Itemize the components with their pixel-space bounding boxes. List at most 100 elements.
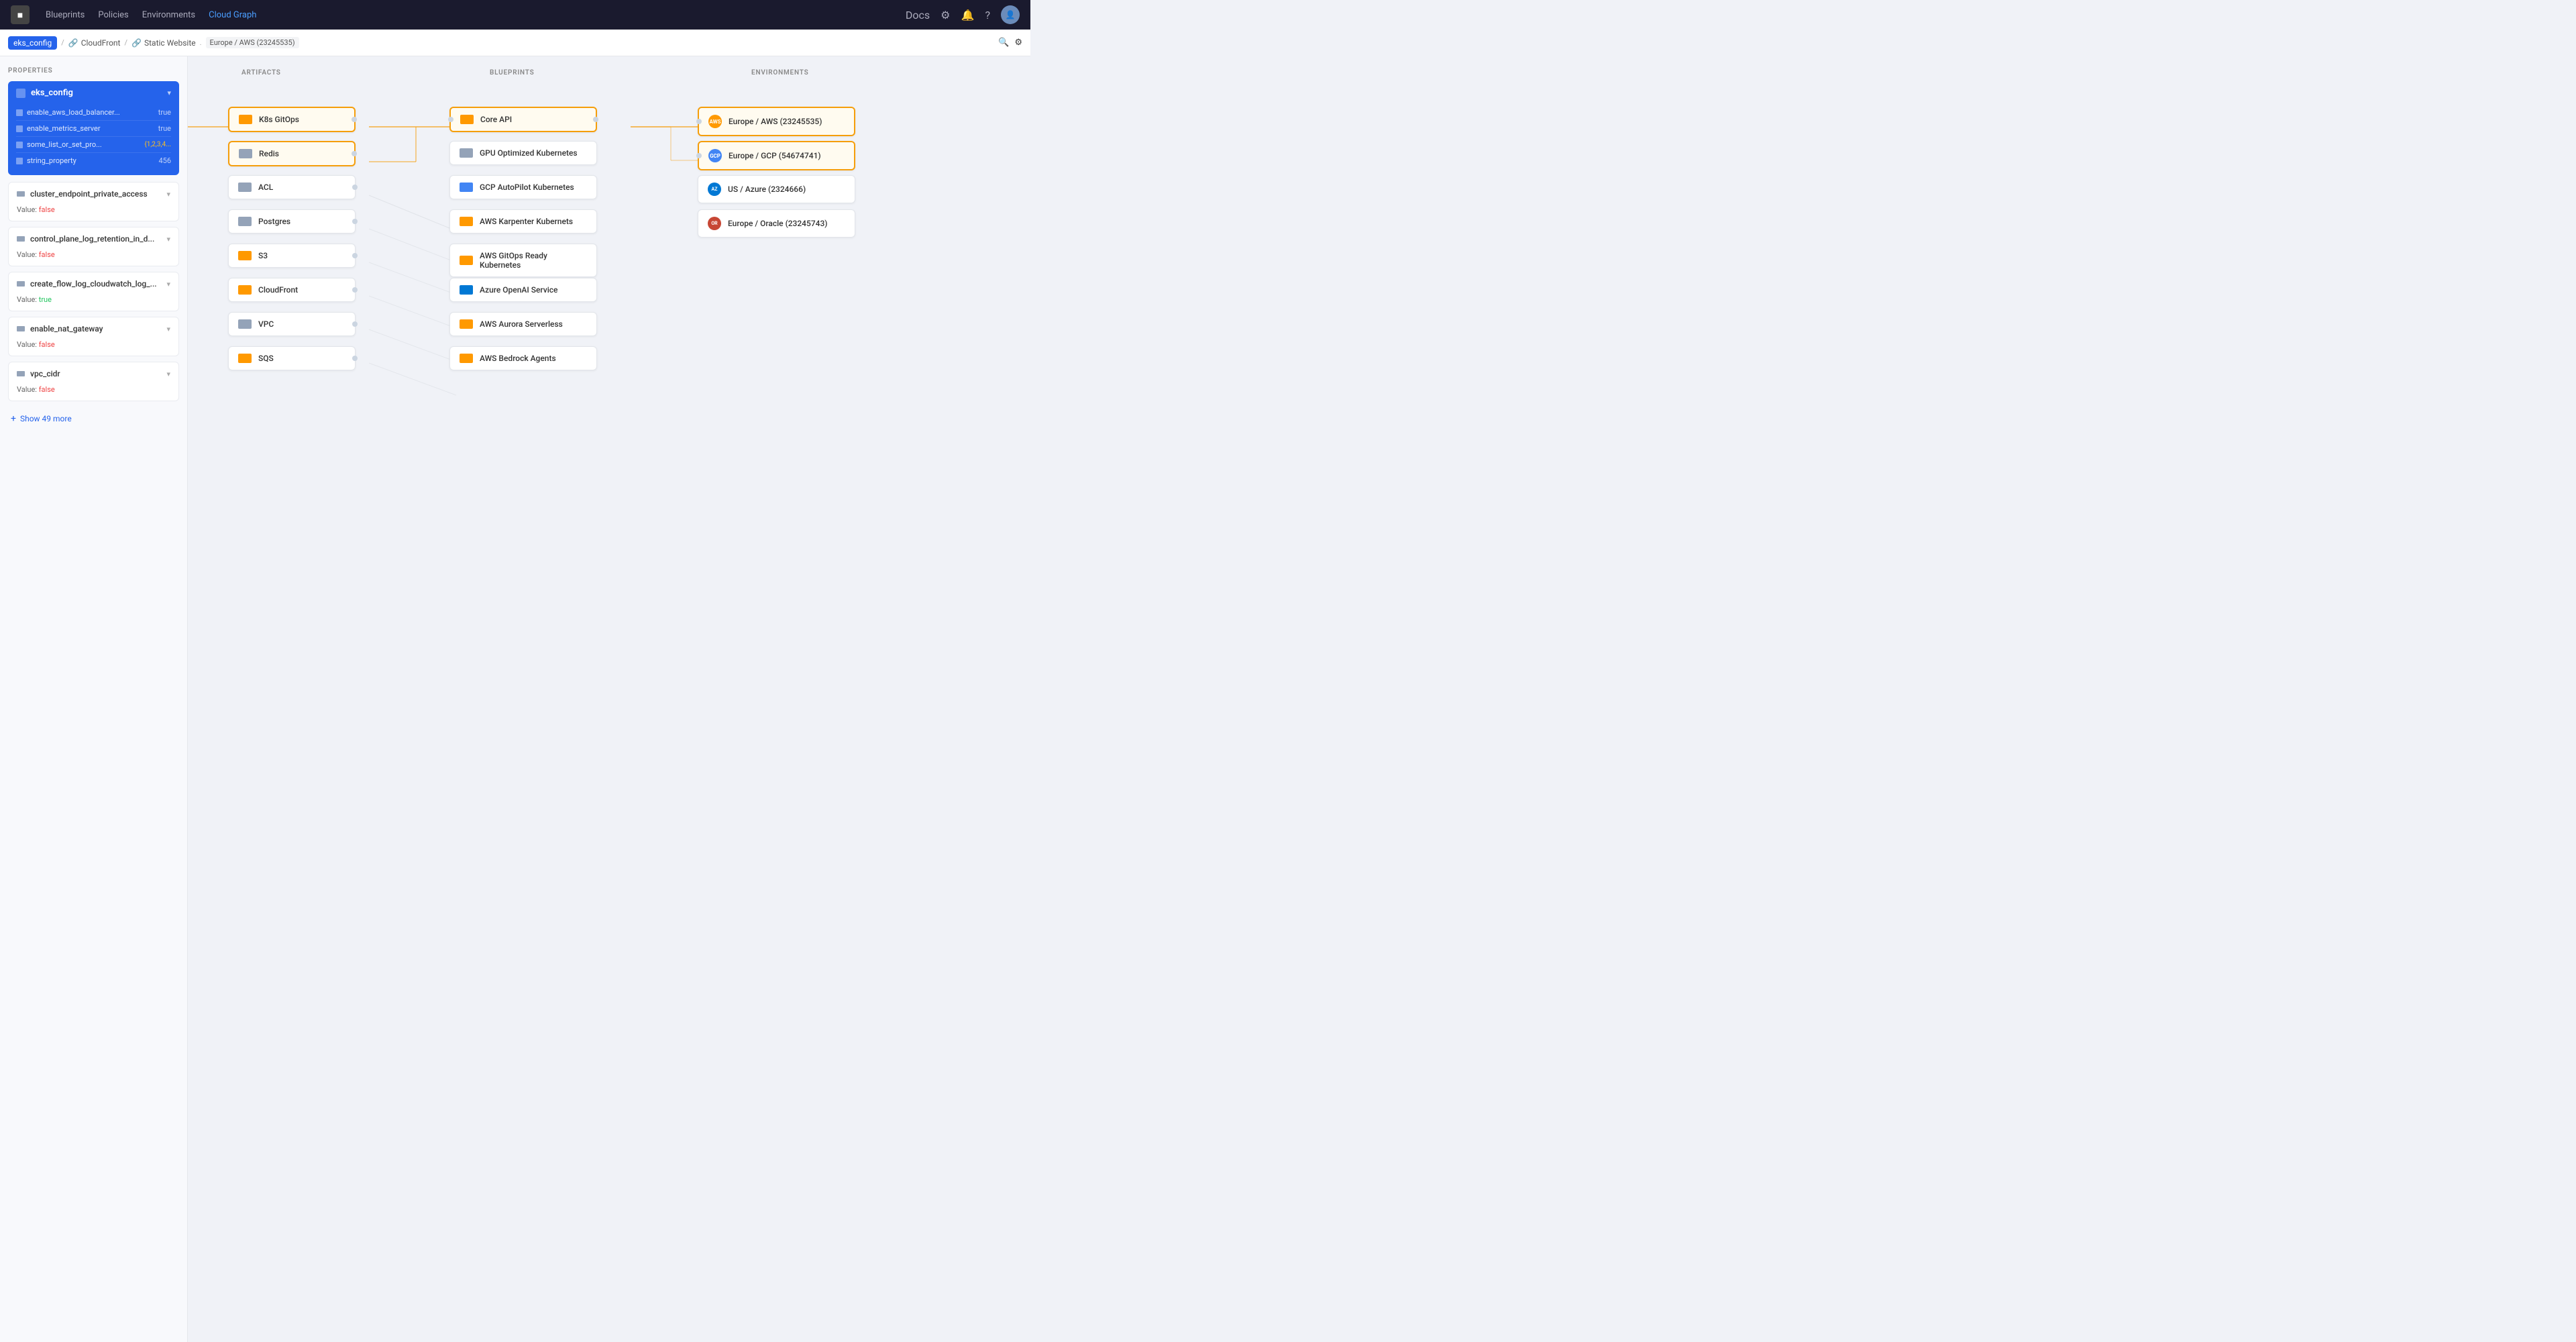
karpenter-icon xyxy=(460,217,473,226)
prop-card-4[interactable]: vpc_cidr ▾ Value: false xyxy=(8,362,179,401)
prop-card-0[interactable]: cluster_endpoint_private_access ▾ Value:… xyxy=(8,182,179,221)
eks-row-1-name: enable_metrics_server xyxy=(27,124,101,133)
prop-1-chevron[interactable]: ▾ xyxy=(166,235,170,244)
postgres-label: Postgres xyxy=(258,217,290,226)
col-artifacts-header: ARTIFACTS xyxy=(241,69,281,76)
prop-card-1[interactable]: control_plane_log_retention_in_d... ▾ Va… xyxy=(8,227,179,266)
prop-card-0-body: Value: false xyxy=(9,205,178,221)
aurora-icon xyxy=(460,319,473,329)
breadcrumb-static-website[interactable]: 🔗 Static Website xyxy=(131,38,196,48)
env-europe-oracle[interactable]: OR Europe / Oracle (23245743) xyxy=(698,209,855,238)
artifact-s3[interactable]: S3 xyxy=(228,244,356,268)
blueprint-bedrock[interactable]: AWS Bedrock Agents xyxy=(449,346,597,370)
blueprint-gcp-autopilot[interactable]: GCP AutoPilot Kubernetes xyxy=(449,175,597,199)
artifact-acl[interactable]: ACL xyxy=(228,175,356,199)
question-icon[interactable]: ? xyxy=(985,9,990,21)
eks-config-header: eks_config ▾ xyxy=(8,81,179,105)
nav-policies[interactable]: Policies xyxy=(98,10,128,20)
nodes-layer: K8s GitOps Redis ACL Postgres xyxy=(188,56,1030,1342)
search-icon[interactable]: 🔍 xyxy=(998,38,1009,48)
breadcrumb-eks-config[interactable]: eks_config xyxy=(8,36,57,50)
blueprint-karpenter[interactable]: AWS Karpenter Kubernets xyxy=(449,209,597,234)
top-navigation: ■ Blueprints Policies Environments Cloud… xyxy=(0,0,1030,30)
cloudfront-icon xyxy=(238,285,252,295)
k8s-gitops-icon xyxy=(239,115,252,124)
prop-4-name: vpc_cidr xyxy=(30,369,60,378)
prop-0-icon xyxy=(17,191,25,197)
artifact-postgres[interactable]: Postgres xyxy=(228,209,356,234)
eks-row-3: string_property 456 xyxy=(16,153,171,168)
eks-config-icon xyxy=(16,89,25,98)
artifact-redis[interactable]: Redis xyxy=(228,141,356,166)
redis-icon xyxy=(239,149,252,158)
prop-3-chevron[interactable]: ▾ xyxy=(166,325,170,333)
artifact-vpc[interactable]: VPC xyxy=(228,312,356,336)
prop-card-2[interactable]: create_flow_log_cloudwatch_log_... ▾ Val… xyxy=(8,272,179,311)
env-us-azure[interactable]: AZ US / Azure (2324666) xyxy=(698,175,855,203)
settings-icon[interactable]: ⚙ xyxy=(1014,38,1022,48)
env-europe-aws[interactable]: AWS Europe / AWS (23245535) xyxy=(698,107,855,136)
user-avatar[interactable]: 👤 xyxy=(1001,5,1020,24)
aurora-label: AWS Aurora Serverless xyxy=(480,319,563,329)
blueprint-azure-openai[interactable]: Azure OpenAI Service xyxy=(449,278,597,302)
prop-card-1-left: control_plane_log_retention_in_d... xyxy=(17,234,154,244)
prop-3-icon xyxy=(17,326,25,331)
bedrock-label: AWS Bedrock Agents xyxy=(480,354,556,363)
breadcrumb-environment-tag[interactable]: Europe / AWS (23245535) xyxy=(206,37,299,48)
bell-icon[interactable]: 🔔 xyxy=(961,9,975,21)
static-website-icon: 🔗 xyxy=(131,38,142,48)
prop-card-4-header: vpc_cidr ▾ xyxy=(9,362,178,385)
eks-row-0-name: enable_aws_load_balancer... xyxy=(27,108,120,117)
eks-row-0: enable_aws_load_balancer... true xyxy=(16,105,171,121)
sqs-icon xyxy=(238,354,252,363)
redis-label: Redis xyxy=(259,149,279,158)
artifact-cloudfront[interactable]: CloudFront xyxy=(228,278,356,302)
eks-row-2-icon xyxy=(16,142,23,148)
prop-1-icon xyxy=(17,236,25,242)
breadcrumb-label: eks_config xyxy=(13,38,52,48)
env-aws-dot-left xyxy=(696,119,702,124)
azure-openai-label: Azure OpenAI Service xyxy=(480,285,557,295)
gpu-icon xyxy=(460,148,473,158)
eks-row-3-icon xyxy=(16,158,23,164)
artifact-sqs[interactable]: SQS xyxy=(228,346,356,370)
nav-environments[interactable]: Environments xyxy=(142,10,195,20)
app-logo[interactable]: ■ xyxy=(11,5,30,24)
nav-cloud-graph[interactable]: Cloud Graph xyxy=(209,10,256,20)
blueprint-gitops[interactable]: AWS GitOps Ready Kubernetes xyxy=(449,244,597,277)
env-europe-aws-label: Europe / AWS (23245535) xyxy=(729,117,822,126)
prop-card-3[interactable]: enable_nat_gateway ▾ Value: false xyxy=(8,317,179,356)
properties-panel: PROPERTIES eks_config ▾ enable_aws_load_… xyxy=(0,56,188,1342)
blueprint-aurora[interactable]: AWS Aurora Serverless xyxy=(449,312,597,336)
prop-0-name: cluster_endpoint_private_access xyxy=(30,189,148,199)
prop-2-chevron[interactable]: ▾ xyxy=(166,280,170,289)
show-more-button[interactable]: + Show 49 more xyxy=(8,407,179,431)
eks-config-card[interactable]: eks_config ▾ enable_aws_load_balancer...… xyxy=(8,81,179,175)
breadcrumb-cloudfront[interactable]: 🔗 CloudFront xyxy=(68,38,121,48)
gear-icon[interactable]: ⚙ xyxy=(941,9,950,21)
prop-4-chevron[interactable]: ▾ xyxy=(166,370,170,378)
prop-0-chevron[interactable]: ▾ xyxy=(166,190,170,199)
env-gcp-dot-left xyxy=(696,153,702,158)
blueprint-gpu[interactable]: GPU Optimized Kubernetes xyxy=(449,141,597,165)
redis-dot-right xyxy=(352,151,357,156)
prop-card-1-body: Value: false xyxy=(9,250,178,266)
cloudfront-label: CloudFront xyxy=(258,285,298,295)
eks-config-chevron[interactable]: ▾ xyxy=(167,89,171,97)
acl-label: ACL xyxy=(258,183,273,192)
breadcrumb: eks_config / 🔗 CloudFront / 🔗 Static Web… xyxy=(0,30,1030,56)
nav-blueprints[interactable]: Blueprints xyxy=(46,10,85,20)
env-us-azure-label: US / Azure (2324666) xyxy=(728,185,806,194)
prop-2-value: true xyxy=(39,295,52,304)
eks-row-0-icon xyxy=(16,109,23,116)
env-azure-icon: AZ xyxy=(708,183,721,196)
bedrock-icon xyxy=(460,354,473,363)
eks-row-0-left: enable_aws_load_balancer... xyxy=(16,108,120,117)
env-europe-gcp[interactable]: GCP Europe / GCP (54674741) xyxy=(698,141,855,170)
k8s-gitops-dot-right xyxy=(352,117,357,122)
artifact-k8s-gitops[interactable]: K8s GitOps xyxy=(228,107,356,132)
docs-link[interactable]: Docs xyxy=(906,9,930,21)
eks-row-2-val: {1,2,3,4... xyxy=(144,141,171,148)
blueprint-core-api[interactable]: Core API xyxy=(449,107,597,132)
col-blueprints-header: BLUEPRINTS xyxy=(490,69,535,76)
